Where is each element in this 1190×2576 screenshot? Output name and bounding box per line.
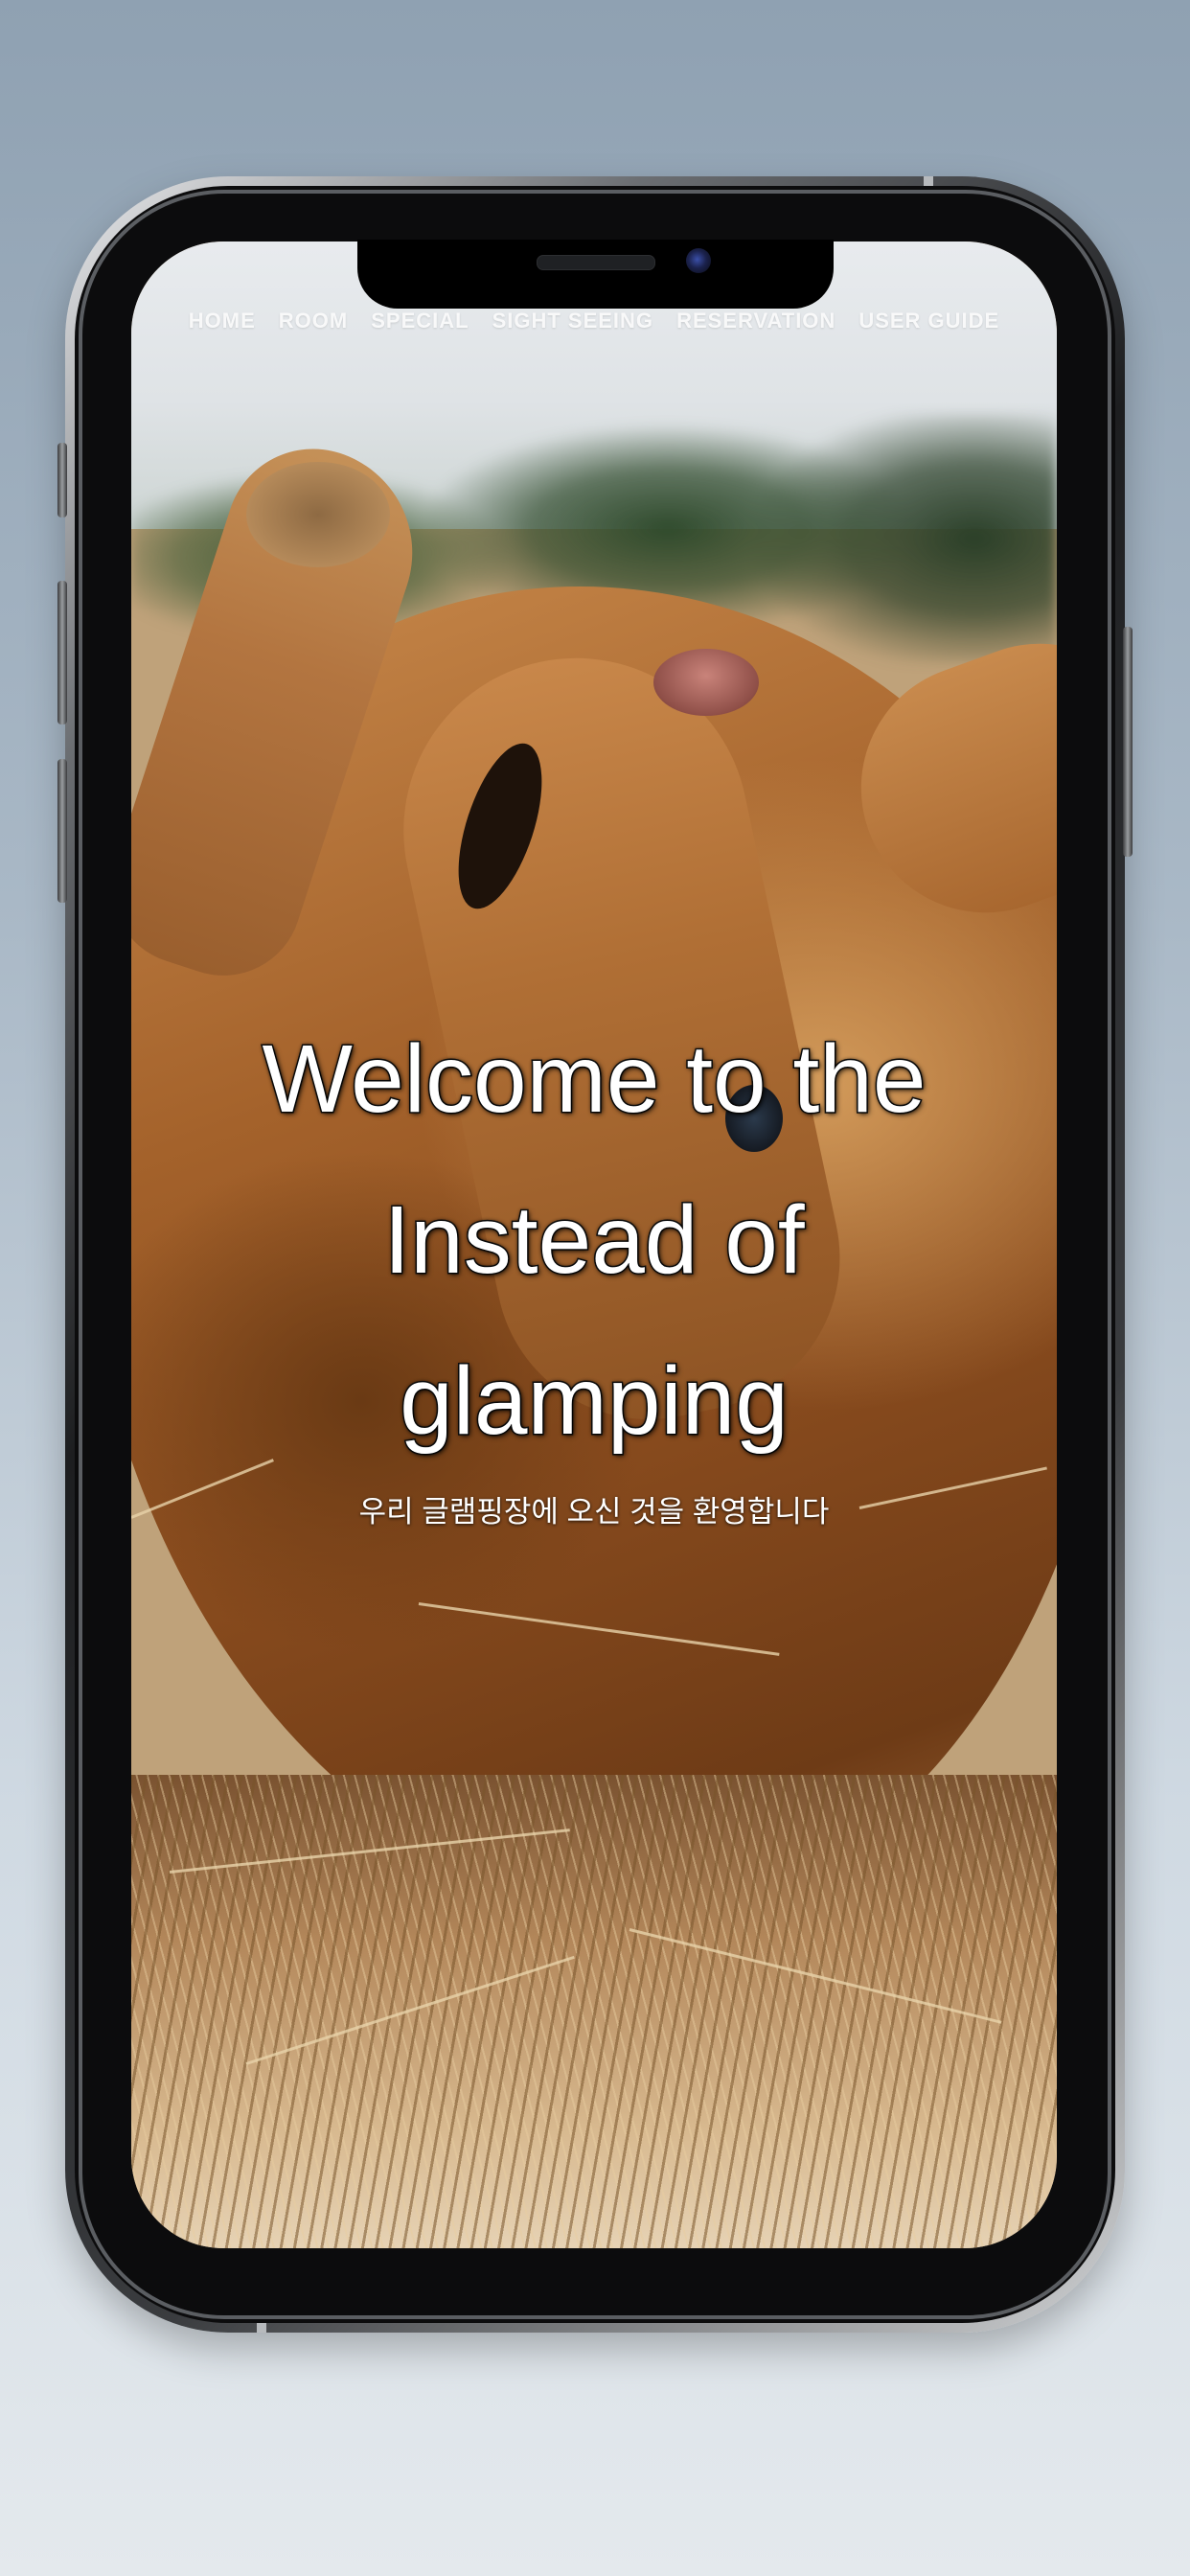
hero-title-line-2: Instead of bbox=[382, 1185, 806, 1296]
main-nav: HOME ROOM SPECIAL SIGHT SEEING RESERVATI… bbox=[131, 309, 1057, 334]
antenna-line bbox=[257, 2323, 266, 2333]
volume-down-button bbox=[57, 759, 67, 903]
hero-subtitle: 우리 글램핑장에 오신 것을 환영합니다 bbox=[358, 1495, 830, 1529]
app-screen: HOME ROOM SPECIAL SIGHT SEEING RESERVATI… bbox=[131, 242, 1057, 2248]
nav-sightseeing[interactable]: SIGHT SEEING bbox=[492, 309, 653, 334]
dog-nose-image bbox=[653, 649, 759, 716]
hay-ground-image bbox=[131, 1775, 1057, 2248]
antenna-line bbox=[924, 176, 933, 186]
hero-title: Welcome to the Instead of glamping bbox=[189, 999, 999, 1482]
mute-switch bbox=[57, 443, 67, 518]
front-camera-icon bbox=[686, 248, 711, 273]
nav-room[interactable]: ROOM bbox=[279, 309, 348, 334]
hero-title-line-1: Welcome to the bbox=[261, 1024, 927, 1135]
power-button bbox=[1123, 627, 1133, 857]
dog-paw-pad-image bbox=[246, 462, 390, 567]
speaker-grille bbox=[537, 255, 655, 270]
hero-title-line-3: glamping bbox=[399, 1346, 790, 1457]
hero-section: Welcome to the Instead of glamping 우리 글램… bbox=[189, 999, 999, 1530]
nav-home[interactable]: HOME bbox=[189, 309, 256, 334]
nav-special[interactable]: SPECIAL bbox=[371, 309, 469, 334]
nav-user-guide[interactable]: USER GUIDE bbox=[858, 309, 999, 334]
volume-up-button bbox=[57, 581, 67, 724]
phone-notch bbox=[357, 240, 834, 309]
nav-reservation[interactable]: RESERVATION bbox=[676, 309, 835, 334]
